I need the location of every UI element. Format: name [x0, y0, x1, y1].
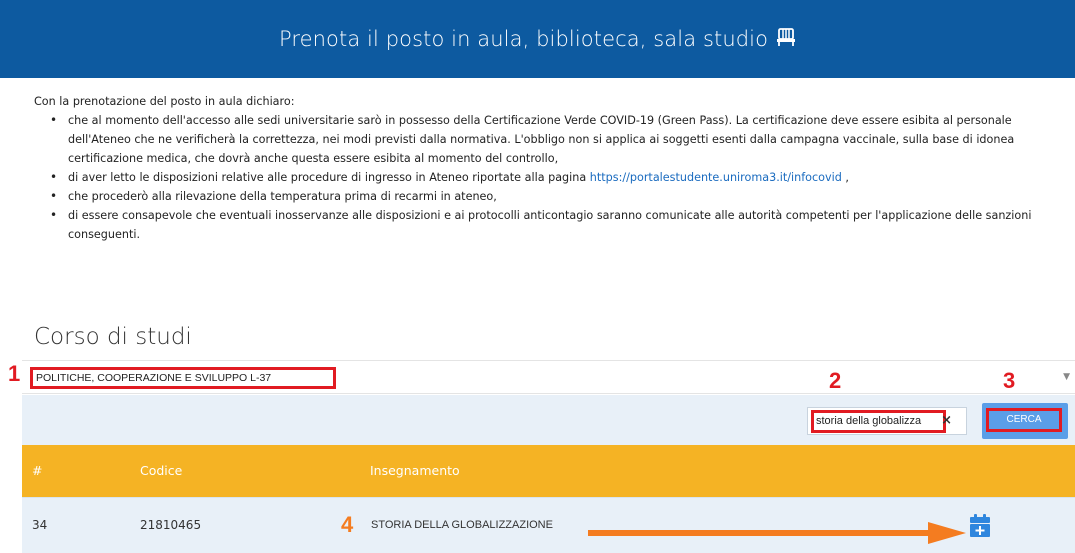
- chair-icon: [776, 27, 796, 51]
- search-bar: storia della globalizza × CERCA: [22, 395, 1075, 445]
- section-title-corso: Corso di studi: [34, 324, 192, 350]
- search-button[interactable]: CERCA: [982, 403, 1068, 439]
- declaration-list: che al momento dell'accesso alle sedi un…: [46, 111, 1044, 244]
- cell-num: 34: [32, 518, 48, 532]
- declaration-item: che al momento dell'accesso alle sedi un…: [46, 111, 1044, 168]
- infocovid-link[interactable]: https://portalestudente.uniroma3.it/info…: [590, 171, 842, 184]
- search-input[interactable]: storia della globalizza ×: [807, 407, 967, 435]
- declaration-lead: Con la prenotazione del posto in aula di…: [34, 95, 295, 108]
- cell-name: STORIA DELLA GLOBALIZZAZIONE: [371, 519, 553, 531]
- column-header-num: #: [32, 463, 43, 478]
- course-select-value[interactable]: POLITICHE, COOPERAZIONE E SVILUPPO L-37: [30, 367, 336, 389]
- link-suffix: ,: [841, 171, 849, 184]
- column-header-name: Insegnamento: [370, 463, 460, 478]
- step-marker-3: 3: [1003, 368, 1016, 393]
- pointer-arrow-icon: [588, 522, 966, 544]
- column-header-code: Codice: [140, 463, 183, 478]
- step-marker-1: 1: [8, 361, 21, 386]
- cell-code: 21810465: [140, 518, 202, 532]
- page-title: Prenota il posto in aula, biblioteca, sa…: [278, 27, 769, 51]
- declaration-item: che procederò alla rilevazione della tem…: [46, 187, 1044, 206]
- calendar-add-icon[interactable]: [969, 514, 991, 538]
- search-button-label[interactable]: CERCA: [986, 408, 1062, 432]
- declaration-item: di essere consapevole che eventuali inos…: [46, 206, 1044, 244]
- chevron-down-icon[interactable]: ▼: [1063, 372, 1070, 382]
- table-header: # Codice Insegnamento: [22, 445, 1075, 497]
- page-header: Prenota il posto in aula, biblioteca, sa…: [0, 0, 1075, 78]
- step-marker-4: 4: [341, 512, 354, 537]
- course-select[interactable]: POLITICHE, COOPERAZIONE E SVILUPPO L-37 …: [22, 360, 1075, 394]
- search-input-value[interactable]: storia della globalizza: [811, 410, 946, 433]
- step-marker-2: 2: [829, 368, 842, 393]
- clear-icon[interactable]: ×: [941, 413, 952, 428]
- declaration-text: Con la prenotazione del posto in aula di…: [34, 92, 1044, 244]
- declaration-item-text: di aver letto le disposizioni relative a…: [68, 171, 587, 184]
- declaration-item: di aver letto le disposizioni relative a…: [46, 168, 1044, 187]
